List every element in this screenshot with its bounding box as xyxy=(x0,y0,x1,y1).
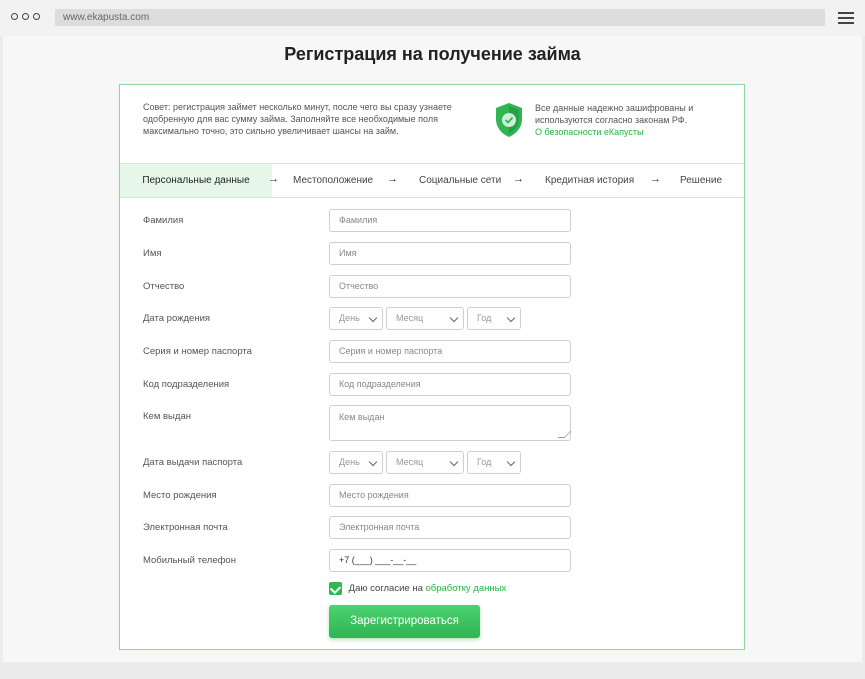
page-content: Регистрация на получение займа Совет: ре… xyxy=(3,36,862,662)
birth-place-input[interactable]: Место рождения xyxy=(329,484,571,507)
window-dot-icon[interactable] xyxy=(22,13,29,20)
step-arrow-icon: → xyxy=(268,173,279,185)
step-progress: Персональные данные → Местоположение → С… xyxy=(120,163,744,198)
select-value: Год xyxy=(477,313,492,323)
issued-by-textarea[interactable]: Кем выдан xyxy=(329,405,572,441)
first-name-input[interactable]: Имя xyxy=(329,242,571,265)
address-bar[interactable]: www.ekapusta.com xyxy=(55,9,825,26)
step-arrow-icon: → xyxy=(387,173,398,185)
step-social-networks[interactable]: Социальные сети xyxy=(419,164,501,197)
field-label: Фамилия xyxy=(143,215,184,226)
phone-input[interactable]: +7 (___) ___-__-__ xyxy=(329,549,571,572)
textarea-placeholder: Кем выдан xyxy=(339,412,385,422)
step-personal-data[interactable]: Персональные данные xyxy=(120,164,272,197)
window-controls xyxy=(11,13,40,20)
field-label: Код подразделения xyxy=(143,379,230,390)
data-processing-link[interactable]: обработку данных xyxy=(426,583,507,594)
registration-card: Совет: регистрация займет несколько мину… xyxy=(119,84,745,650)
chevron-down-icon xyxy=(506,313,516,323)
select-value: Месяц xyxy=(396,313,424,323)
resize-handle-icon[interactable] xyxy=(557,431,572,438)
security-text: Все данные надежно зашифрованы и использ… xyxy=(535,103,694,125)
birth-year-select[interactable]: Год xyxy=(467,307,521,330)
select-value: Месяц xyxy=(396,457,424,467)
select-value: День xyxy=(339,457,360,467)
patronymic-input[interactable]: Отчество xyxy=(329,275,571,298)
select-value: День xyxy=(339,313,360,323)
email-input[interactable]: Электронная почта xyxy=(329,516,571,539)
window-dot-icon[interactable] xyxy=(33,13,40,20)
register-button[interactable]: Зарегистрироваться xyxy=(329,605,480,638)
field-label: Место рождения xyxy=(143,490,217,501)
chevron-down-icon xyxy=(368,457,378,467)
consent-text: Даю согласие на xyxy=(348,583,423,595)
select-value: Год xyxy=(477,457,492,467)
chevron-down-icon xyxy=(449,313,459,323)
shield-icon xyxy=(496,103,522,137)
tip-text: Совет: регистрация займет несколько мину… xyxy=(143,102,452,136)
chevron-down-icon xyxy=(368,313,378,323)
browser-window: www.ekapusta.com Регистрация на получени… xyxy=(0,0,865,679)
division-code-input[interactable]: Код подразделения xyxy=(329,373,571,396)
issue-day-select[interactable]: День xyxy=(329,451,383,474)
field-label: Отчество xyxy=(143,281,185,292)
security-notice: Все данные надежно зашифрованы и использ… xyxy=(535,102,725,138)
field-label: Электронная почта xyxy=(143,522,228,533)
page-title: Регистрация на получение займа xyxy=(284,44,581,64)
step-arrow-icon: → xyxy=(650,173,661,185)
security-link[interactable]: О безопасности еКапусты xyxy=(535,126,725,138)
window-dot-icon[interactable] xyxy=(11,13,18,20)
chevron-down-icon xyxy=(449,457,459,467)
consent-checkbox[interactable] xyxy=(329,582,342,595)
menu-icon[interactable] xyxy=(838,12,854,24)
birth-day-select[interactable]: День xyxy=(329,307,383,330)
issue-month-select[interactable]: Месяц xyxy=(386,451,464,474)
chevron-down-icon xyxy=(506,457,516,467)
field-label: Мобильный телефон xyxy=(143,555,236,566)
passport-input[interactable]: Серия и номер паспорта xyxy=(329,340,571,363)
birth-month-select[interactable]: Месяц xyxy=(386,307,464,330)
field-label: Дата выдачи паспорта xyxy=(143,457,243,468)
step-location[interactable]: Местоположение xyxy=(293,164,373,197)
field-label: Имя xyxy=(143,248,162,259)
field-label: Серия и номер паспорта xyxy=(143,346,252,357)
step-credit-history[interactable]: Кредитная история xyxy=(545,164,634,197)
field-label: Дата рождения xyxy=(143,313,211,324)
browser-toolbar: www.ekapusta.com xyxy=(0,0,865,36)
field-label: Кем выдан xyxy=(143,411,191,422)
step-arrow-icon: → xyxy=(513,173,524,185)
step-decision[interactable]: Решение xyxy=(680,164,722,197)
consent-row: Даю согласие на обработку данных xyxy=(329,582,506,595)
issue-year-select[interactable]: Год xyxy=(467,451,521,474)
last-name-input[interactable]: Фамилия xyxy=(329,209,571,232)
